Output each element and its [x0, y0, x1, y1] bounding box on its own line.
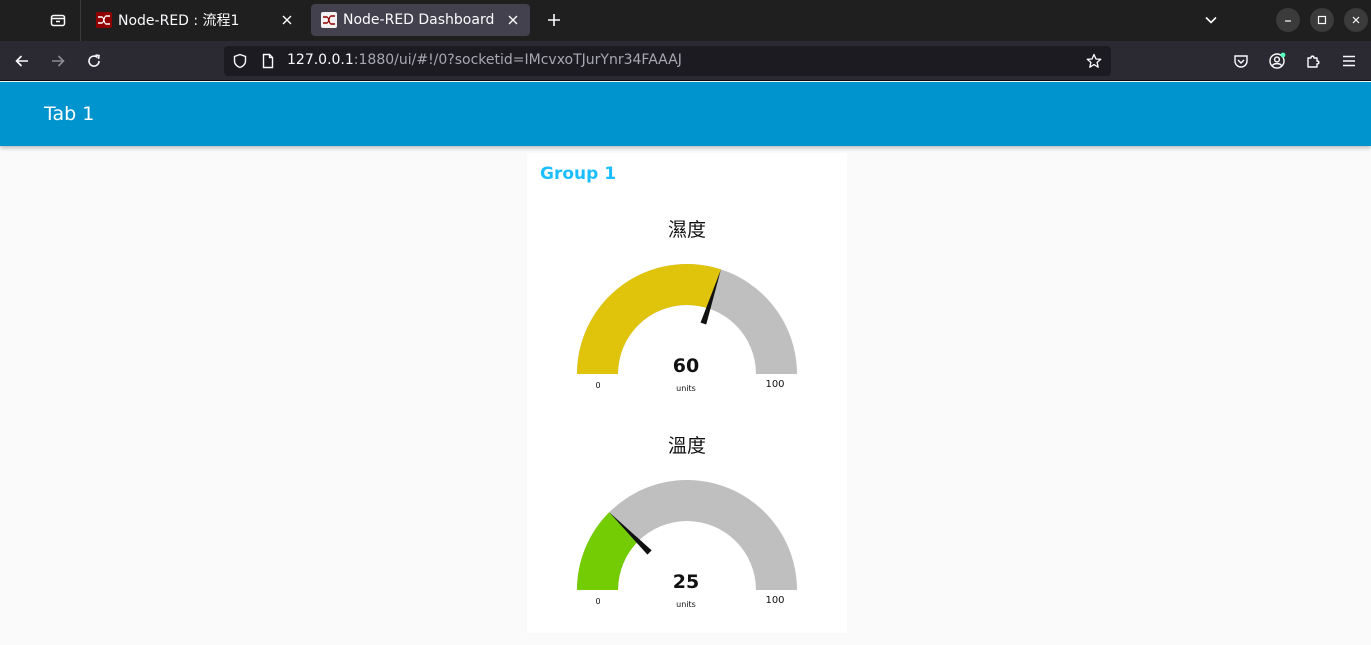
tab-overview-icon	[50, 14, 66, 27]
tab-node-red-flow[interactable]: Node-RED : 流程1	[86, 4, 304, 36]
url-host: 127.0.0.1	[287, 52, 354, 68]
tab-divider	[80, 0, 81, 41]
node-red-logo-icon	[321, 12, 337, 28]
tab-title: Node-RED Dashboard	[343, 12, 495, 28]
gauge-title-temperature: 溫度	[667, 435, 706, 457]
gauge-units: units	[676, 600, 696, 609]
arrow-left-icon	[15, 55, 28, 67]
gauge-units: units	[676, 384, 696, 393]
reload-button[interactable]	[78, 45, 110, 77]
back-button[interactable]	[6, 45, 38, 77]
tab-close-button[interactable]	[502, 9, 524, 31]
extensions-button[interactable]	[1297, 45, 1329, 77]
plus-icon	[548, 14, 560, 26]
navigation-toolbar: 127.0.0.1:1880/ui/#!/0?socketid=IMcvxoTJ…	[0, 41, 1371, 81]
hamburger-menu-icon	[1343, 55, 1355, 67]
node-red-logo-icon	[96, 12, 112, 28]
account-icon	[1269, 52, 1286, 69]
minimize-button[interactable]	[1276, 8, 1300, 32]
gauge-fill	[577, 264, 721, 374]
list-all-tabs-button[interactable]	[1199, 8, 1223, 32]
forward-button[interactable]	[42, 45, 74, 77]
tab-close-button[interactable]	[276, 9, 298, 31]
menu-button[interactable]	[1333, 45, 1365, 77]
tab-title: Node-RED : 流程1	[118, 13, 240, 29]
gauge-max-label: 100	[765, 595, 784, 606]
gauge-max-label: 100	[765, 379, 784, 390]
dashboard-header: Tab 1	[0, 82, 1371, 146]
gauge-min-label: 0	[595, 381, 600, 390]
bookmark-star-icon[interactable]	[1086, 53, 1102, 73]
shield-icon[interactable]	[232, 53, 248, 73]
url-path: :1880/ui/#!/0?socketid=IMcvxoTJurYnr34FA…	[353, 52, 682, 68]
gauge-temperature: 25 units 0 100	[577, 480, 797, 609]
gauge-humidity: 60 units 0 100	[577, 264, 797, 393]
close-icon	[282, 15, 292, 25]
close-icon	[1352, 16, 1360, 24]
close-icon	[508, 15, 518, 25]
page-icon[interactable]	[260, 53, 276, 73]
notification-dot	[1280, 52, 1286, 58]
gauge-value: 25	[673, 571, 699, 593]
close-window-button[interactable]	[1344, 8, 1368, 32]
maximize-button[interactable]	[1310, 8, 1334, 32]
tab-node-red-dashboard[interactable]: Node-RED Dashboard	[311, 4, 530, 36]
arrow-right-icon	[52, 55, 65, 67]
group-title: Group 1	[540, 164, 617, 184]
minimize-icon	[1285, 20, 1291, 22]
browser-tab-strip: Node-RED : 流程1 Node-RED Dashboard	[0, 0, 1371, 41]
gauge-value: 60	[673, 355, 699, 377]
maximize-icon	[1317, 15, 1327, 25]
page-title: Tab 1	[44, 103, 95, 125]
gauge-title-humidity: 濕度	[667, 219, 706, 241]
tab-list-button[interactable]	[40, 4, 76, 36]
gauge-min-label: 0	[595, 597, 600, 606]
account-button[interactable]	[1261, 45, 1293, 77]
new-tab-button[interactable]	[538, 4, 570, 36]
group-card: Group 1 濕度 60 units 0 100 溫度 25 units 0 …	[527, 153, 847, 633]
url-text[interactable]: 127.0.0.1:1880/ui/#!/0?socketid=IMcvxoTJ…	[287, 52, 682, 68]
puzzle-icon	[1307, 55, 1320, 68]
chevron-down-icon	[1205, 16, 1217, 24]
pocket-icon	[1234, 55, 1248, 68]
reload-icon	[88, 54, 100, 67]
url-bar[interactable]: 127.0.0.1:1880/ui/#!/0?socketid=IMcvxoTJ…	[224, 46, 1111, 76]
pocket-button[interactable]	[1225, 45, 1257, 77]
